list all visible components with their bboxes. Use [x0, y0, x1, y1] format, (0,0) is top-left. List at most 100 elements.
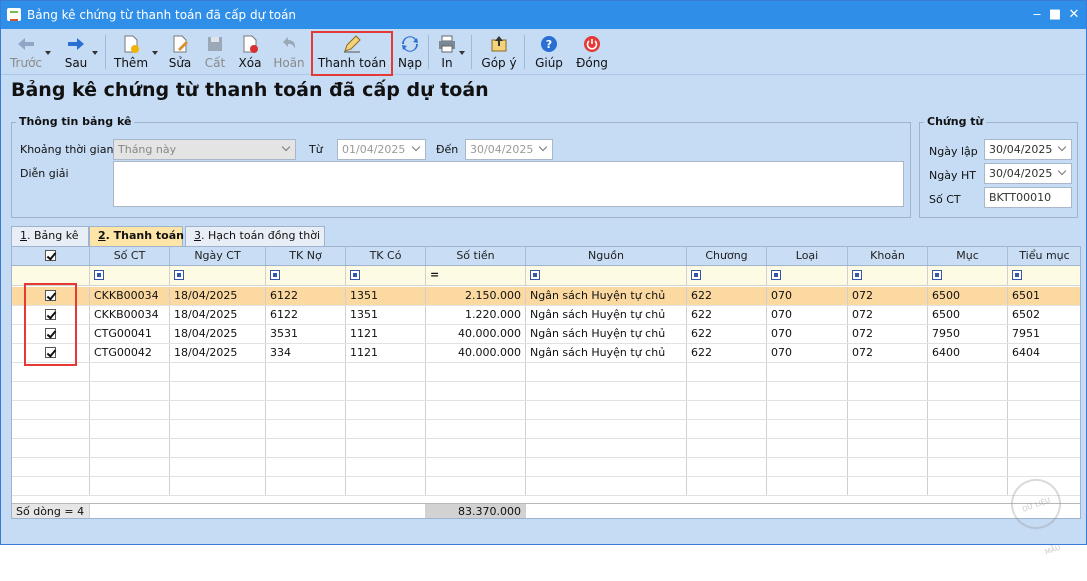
voucher-date-field[interactable]: 30/04/2025 — [984, 139, 1072, 160]
source-cell[interactable]: Ngân sách Huyện tự chủ — [526, 325, 687, 343]
column-header[interactable]: Mục — [928, 247, 1008, 265]
to-date-field[interactable]: 30/04/2025 — [465, 139, 553, 160]
section-cell[interactable]: 6400 — [928, 344, 1008, 362]
filter-icon[interactable] — [530, 270, 540, 280]
item-cell[interactable]: 072 — [848, 344, 928, 362]
table-row[interactable]: CTG00041 18/04/2025 3531 1121 40.000.000 Ngân… — [12, 325, 1080, 344]
filter-cell[interactable] — [170, 266, 266, 285]
feedback-button[interactable]: Góp ý — [481, 31, 517, 73]
amount-cell[interactable]: 40.000.000 — [426, 344, 526, 362]
column-header[interactable]: Loại — [767, 247, 848, 265]
post-date-field[interactable]: 30/04/2025 — [984, 163, 1072, 184]
from-date-field[interactable]: 01/04/2025 — [337, 139, 426, 160]
period-select[interactable]: Tháng này — [113, 139, 296, 160]
debit-account-cell[interactable]: 334 — [266, 344, 346, 362]
item-cell[interactable]: 072 — [848, 306, 928, 324]
credit-account-cell[interactable]: 1121 — [346, 325, 426, 343]
undo-button[interactable]: Hoãn — [271, 31, 307, 73]
column-header[interactable]: Khoản — [848, 247, 928, 265]
voucher-no-field[interactable]: BKTT00010 — [984, 187, 1072, 208]
subsection-cell[interactable]: 6502 — [1008, 306, 1080, 324]
debit-account-cell[interactable]: 3531 — [266, 325, 346, 343]
filter-cell[interactable]: = — [426, 266, 526, 285]
chapter-cell[interactable]: 622 — [687, 287, 767, 305]
source-cell[interactable]: Ngân sách Huyện tự chủ — [526, 344, 687, 362]
doc-no-cell[interactable]: CKKB00034 — [90, 306, 170, 324]
description-field[interactable] — [113, 161, 904, 207]
column-header[interactable]: TK Có — [346, 247, 426, 265]
column-header[interactable]: Nguồn — [526, 247, 687, 265]
table-row[interactable]: CKKB00034 18/04/2025 6122 1351 1.220.000 Ngân… — [12, 306, 1080, 325]
amount-cell[interactable]: 40.000.000 — [426, 325, 526, 343]
doc-date-cell[interactable]: 18/04/2025 — [170, 344, 266, 362]
doc-date-cell[interactable]: 18/04/2025 — [170, 287, 266, 305]
type-cell[interactable]: 070 — [767, 306, 848, 324]
reload-button[interactable]: Nạp — [395, 31, 425, 73]
next-button[interactable]: Sau — [61, 31, 91, 73]
filter-cell[interactable] — [90, 266, 170, 285]
credit-account-cell[interactable]: 1351 — [346, 306, 426, 324]
type-cell[interactable]: 070 — [767, 325, 848, 343]
filter-cell[interactable] — [526, 266, 687, 285]
item-cell[interactable]: 072 — [848, 287, 928, 305]
subsection-cell[interactable]: 6404 — [1008, 344, 1080, 362]
section-cell[interactable]: 6500 — [928, 306, 1008, 324]
filter-cell[interactable] — [1008, 266, 1080, 285]
column-header[interactable]: Chương — [687, 247, 767, 265]
doc-date-cell[interactable]: 18/04/2025 — [170, 306, 266, 324]
doc-date-cell[interactable]: 18/04/2025 — [170, 325, 266, 343]
chevron-down-icon[interactable] — [459, 51, 466, 57]
table-row[interactable]: CKKB00034 18/04/2025 6122 1351 2.150.000 Ngân… — [12, 287, 1080, 306]
column-header[interactable]: Ngày CT — [170, 247, 266, 265]
column-header[interactable]: Số tiền — [426, 247, 526, 265]
filter-cell[interactable] — [266, 266, 346, 285]
item-cell[interactable]: 072 — [848, 325, 928, 343]
add-button[interactable]: Thêm — [114, 31, 148, 73]
section-cell[interactable]: 7950 — [928, 325, 1008, 343]
chevron-down-icon[interactable] — [92, 51, 99, 57]
type-cell[interactable]: 070 — [767, 287, 848, 305]
select-all-checkbox[interactable] — [45, 250, 56, 261]
filter-icon[interactable] — [350, 270, 360, 280]
tab-list[interactable]: 1. Bảng kê — [11, 226, 89, 246]
filter-icon[interactable] — [691, 270, 701, 280]
prev-button[interactable]: Trước — [9, 31, 43, 73]
filter-cell[interactable] — [687, 266, 767, 285]
close-window-button[interactable]: ✕ — [1063, 5, 1085, 25]
save-button[interactable]: Cất — [200, 31, 230, 73]
debit-account-cell[interactable]: 6122 — [266, 306, 346, 324]
amount-cell[interactable]: 1.220.000 — [426, 306, 526, 324]
filter-icon[interactable] — [94, 270, 104, 280]
source-cell[interactable]: Ngân sách Huyện tự chủ — [526, 287, 687, 305]
help-button[interactable]: ? Giúp — [533, 31, 565, 73]
tab-simultaneous-posting[interactable]: 3. Hạch toán đồng thời — [185, 226, 325, 246]
column-header[interactable]: TK Nợ — [266, 247, 346, 265]
subsection-cell[interactable]: 7951 — [1008, 325, 1080, 343]
tab-payment[interactable]: 2. Thanh toán — [89, 226, 184, 247]
chevron-down-icon[interactable] — [152, 51, 159, 57]
filter-cell[interactable] — [767, 266, 848, 285]
filter-icon[interactable] — [852, 270, 862, 280]
column-header[interactable]: Số CT — [90, 247, 170, 265]
filter-icon[interactable] — [1012, 270, 1022, 280]
debit-account-cell[interactable]: 6122 — [266, 287, 346, 305]
filter-icon[interactable] — [270, 270, 280, 280]
filter-cell[interactable] — [346, 266, 426, 285]
filter-icon[interactable] — [771, 270, 781, 280]
credit-account-cell[interactable]: 1121 — [346, 344, 426, 362]
doc-no-cell[interactable]: CTG00042 — [90, 344, 170, 362]
credit-account-cell[interactable]: 1351 — [346, 287, 426, 305]
filter-icon[interactable] — [174, 270, 184, 280]
edit-button[interactable]: Sửa — [165, 31, 195, 73]
chapter-cell[interactable]: 622 — [687, 344, 767, 362]
close-button[interactable]: Đóng — [575, 31, 609, 73]
source-cell[interactable]: Ngân sách Huyện tự chủ — [526, 306, 687, 324]
print-button[interactable]: In — [433, 31, 461, 73]
column-header[interactable]: Tiểu mục — [1008, 247, 1080, 265]
section-cell[interactable]: 6500 — [928, 287, 1008, 305]
filter-icon[interactable] — [932, 270, 942, 280]
chevron-down-icon[interactable] — [45, 51, 52, 57]
doc-no-cell[interactable]: CKKB00034 — [90, 287, 170, 305]
filter-cell[interactable] — [928, 266, 1008, 285]
type-cell[interactable]: 070 — [767, 344, 848, 362]
